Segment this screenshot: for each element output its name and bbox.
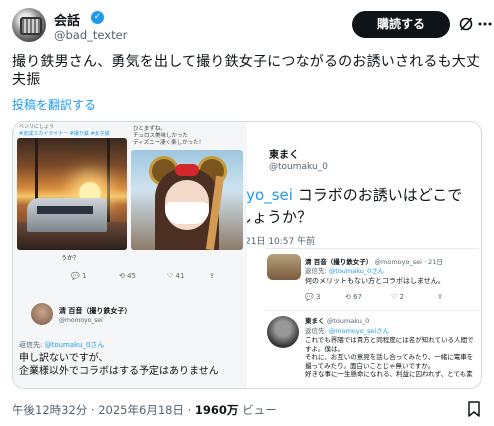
girl-photo [131,150,243,250]
tweet-timestamp[interactable]: 午後12時32分 · 2025年6月18日 · [12,403,195,417]
screenshot-left[interactable]: ベンリにしょう #京成スカイライナー #撮り鉄 #女子鉄 ひとまずね。 チュロス… [13,122,247,388]
share-icon[interactable]: ⇪ [209,272,215,280]
user-handle[interactable]: @bad_texter [54,28,127,42]
grok-icon[interactable] [458,16,474,32]
views-label: ビュー [238,403,277,417]
views-count: 1960万 [194,403,239,417]
reply1-like-count: 2 [399,293,404,301]
tweet-media[interactable]: ベンリにしょう #京成スカイライナー #撮り鉄 #女子鉄 ひとまずね。 チュロス… [12,121,482,389]
train-photo [17,138,127,250]
bookmark-icon[interactable] [467,401,481,417]
reply-line-1: 申し訳ないですが、 [19,353,109,364]
more-options-icon[interactable] [478,22,492,26]
display-name[interactable]: 会話 [54,10,80,29]
verified-badge-icon: ✓ [91,11,104,24]
reply-line-2: 企業様以外でコラボはする予定はありません [19,366,219,377]
right-text-rest: コラボのお誘いはどこで [292,186,463,204]
bow [175,164,199,176]
avatar[interactable] [12,8,46,42]
reply1-share-icon[interactable]: ⇪ [437,293,443,301]
reply-author-name: 清 百音（撮り鉄女子） [59,307,132,315]
mini-actions: 💬 1 ⟲ 45 ♡ 41 ⇪ [61,272,221,286]
reply1-retweet-count: 67 [353,293,363,301]
tweet-footer: 午後12時32分 · 2025年6月18日 · 1960万 ビュー [12,402,277,418]
right-tweet-text: oyo_sei コラボのお誘いはどこで しょうか？ [247,184,481,228]
tweet-text: 撮り鉄男さん、勇気を出して撮り鉄女子につながるのお誘いされるも大丈夫振 [12,54,481,88]
reply-body: 申し訳ないですが、 企業様以外でコラボはする予定はありません [19,352,245,378]
reply1-retweet[interactable]: ⟲ 67 [345,293,362,301]
left-hashtags: #京成スカイライナー #撮り鉄 #女子鉄 [19,131,110,137]
reply-to-handle: @toumaku_0さん [44,341,105,349]
reply1-reply-count: 3 [315,293,321,301]
divider [265,248,479,249]
right-mention: oyo_sei [247,186,293,204]
reply2-name-text: 東まく [305,317,325,325]
reply1-like[interactable]: ♡ 2 [391,293,404,301]
reply1-reply-to-handle: @toumaku_0さん [328,267,385,275]
reply-to-line: 返信先: @toumaku_0さん [19,340,104,350]
reply-avatar [31,303,53,325]
uka-text: うか？ [61,255,80,262]
right-text-line2: しょうか？ [247,208,313,226]
reply1-reply-to: 返信先: @toumaku_0さん [305,265,384,275]
subscribe-button[interactable]: 購読する [352,11,450,38]
reply-count[interactable]: 💬 1 [71,272,86,280]
mask [165,202,209,224]
reply2-handle: @toumaku_0 [326,317,370,325]
retweet-count[interactable]: ⟲ 45 [119,272,136,280]
reply1-actions: 💬 3 ⟲ 67 ♡ 2 ⇪ [305,293,475,303]
screenshot-right[interactable]: 東まく @toumaku_0 oyo_sei コラボのお誘いはどこで しょうか？… [247,122,481,388]
train [27,198,107,232]
tweet-header: 会話 ✓ @bad_texter 購読する [12,8,492,44]
reply2-reply-to-handle: @momoyo_seiさん [328,327,390,335]
reply2-avatar [267,316,299,348]
right-author: 東まく [269,150,299,161]
reply1-meta: @momoyo_sei · 21日 [374,258,443,266]
translate-link[interactable]: 投稿を翻訳する [12,96,96,113]
reply1-reply-to-prefix: 返信先: [305,267,329,275]
reply1-avatar [267,254,301,280]
right-timestamp: 21日 10:57 午前 [247,237,316,247]
reply2-name: 東まく @toumaku_0 [305,315,369,325]
reply-author-handle: @momoyo_sei [59,317,103,324]
retweet-count-value: 45 [127,272,137,280]
left-note: ひとまずね。 チュロス美味しかった ディズニー凄く楽しかった！ [133,126,205,146]
reply2-reply-to: 返信先: @momoyo_seiさん [305,325,389,335]
reply2-reply-to-prefix: 返信先: [305,327,329,335]
pole [107,138,110,228]
reply1-reply[interactable]: 💬 3 [305,293,320,301]
reply-count-value: 1 [81,272,87,280]
like-count-value: 41 [175,272,185,280]
reply1-body: 何のメリットもない方とコラボはしません。 [305,277,445,285]
right-handle: @toumaku_0 [269,162,328,172]
reply2-body: これでも界隈では貴方と同程度には名が知れている人間ですよ。僕は。 それに、お互い… [305,336,474,378]
divider [265,310,479,311]
like-count[interactable]: ♡ 41 [167,272,184,280]
reply-to-prefix: 返信先: [19,341,45,349]
